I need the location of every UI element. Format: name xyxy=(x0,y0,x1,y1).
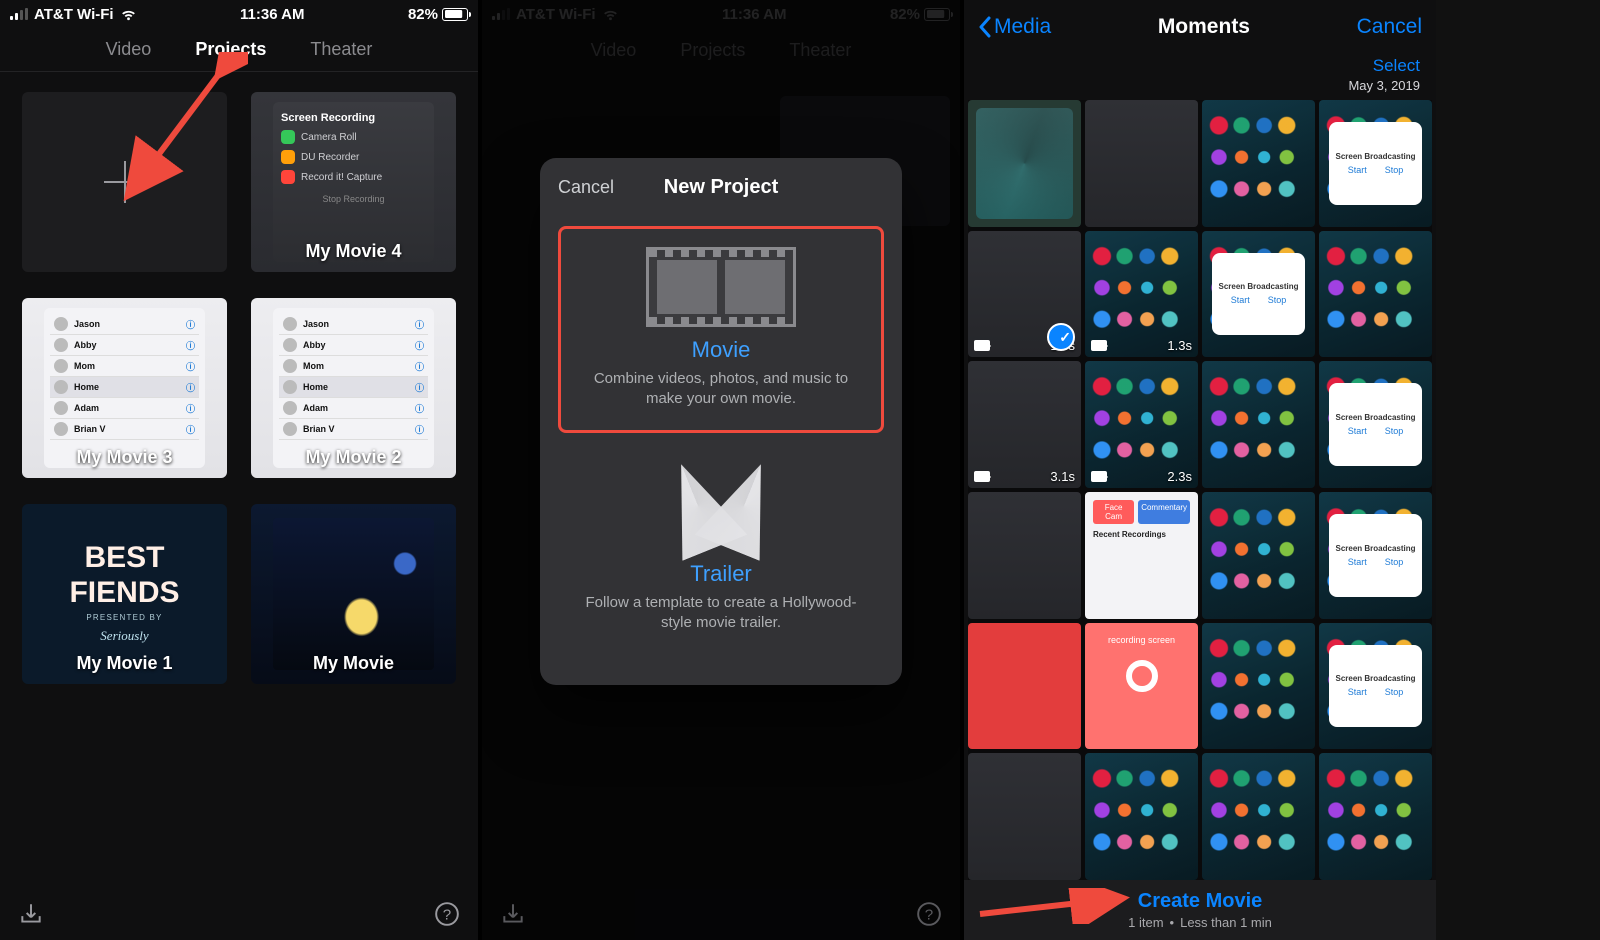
option-movie-subtitle: Combine videos, photos, and music to mak… xyxy=(575,369,867,410)
media-thumb[interactable]: recording screen xyxy=(1085,623,1198,750)
media-thumb[interactable] xyxy=(968,100,1081,227)
project-title: My Movie 3 xyxy=(22,447,227,468)
media-thumb[interactable] xyxy=(1202,492,1315,619)
clip-duration: 1.3s xyxy=(1167,338,1192,353)
media-thumb[interactable] xyxy=(1085,753,1198,880)
help-icon[interactable]: ? xyxy=(434,901,460,927)
clock-label: 11:36 AM xyxy=(240,6,304,23)
nav-title: Moments xyxy=(1158,15,1250,39)
media-thumb[interactable] xyxy=(1202,100,1315,227)
media-thumb[interactable] xyxy=(1085,100,1198,227)
checkmark-icon: ✓ xyxy=(1059,329,1071,346)
thumb-label: Screen Recording xyxy=(281,112,426,124)
record-ring-icon xyxy=(1126,660,1158,692)
selection-summary: 1 item•Less than 1 min xyxy=(1128,915,1272,930)
screen-new-project: AT&T Wi-Fi 11:36 AM 82% Video Projects T… xyxy=(482,0,960,940)
screen-moments-picker: Media Moments Cancel Select May 3, 2019 … xyxy=(964,0,1436,940)
project-title: My Movie 1 xyxy=(22,653,227,674)
screen-projects: AT&T Wi-Fi 11:36 AM 82% Video Projects T… xyxy=(0,0,478,940)
tab-video[interactable]: Video xyxy=(106,39,152,60)
project-tile[interactable]: Screen Recording Camera Roll DU Recorder… xyxy=(251,92,456,272)
media-thumb[interactable]: 1.3s xyxy=(1085,231,1198,358)
media-thumb[interactable] xyxy=(1319,753,1432,880)
plus-icon xyxy=(102,159,148,205)
media-thumb[interactable] xyxy=(968,623,1081,750)
media-thumb-selected[interactable]: ✓ 1.3s xyxy=(968,231,1081,358)
option-trailer-subtitle: Follow a template to create a Hollywood-… xyxy=(572,593,870,634)
clip-duration: 3.1s xyxy=(1050,469,1075,484)
media-thumb[interactable] xyxy=(1202,623,1315,750)
media-thumb[interactable] xyxy=(1319,231,1432,358)
tab-theater[interactable]: Theater xyxy=(310,39,372,60)
video-icon xyxy=(1091,471,1107,482)
project-tile[interactable]: BEST FIENDS PRESENTED BY Seriously My Mo… xyxy=(22,504,227,684)
media-thumb[interactable]: Screen BroadcastingStartStop xyxy=(1319,623,1432,750)
project-tile[interactable]: Jasonⓘ Abbyⓘ Momⓘ Homeⓘ Adamⓘ Brian Vⓘ M… xyxy=(22,298,227,478)
thumbnail-contacts: Jasonⓘ Abbyⓘ Momⓘ Homeⓘ Adamⓘ Brian Vⓘ xyxy=(44,308,205,468)
media-thumb[interactable] xyxy=(1202,753,1315,880)
battery-pct-label: 82% xyxy=(408,6,438,23)
clip-duration: 2.3s xyxy=(1167,469,1192,484)
media-thumb[interactable]: Screen BroadcastingStartStop xyxy=(1202,231,1315,358)
video-icon xyxy=(1091,340,1107,351)
section-date: May 3, 2019 xyxy=(1348,78,1420,93)
media-grid: Screen BroadcastingStartStop ✓ 1.3s 1.3s… xyxy=(968,100,1432,880)
thumbnail-contacts: Jasonⓘ Abbyⓘ Momⓘ Homeⓘ Adamⓘ Brian Vⓘ xyxy=(273,308,434,468)
back-label: Media xyxy=(994,15,1051,39)
carrier-label: AT&T Wi-Fi xyxy=(34,6,114,23)
option-trailer-title: Trailer xyxy=(572,561,870,587)
media-thumb[interactable]: Screen BroadcastingStartStop xyxy=(1319,100,1432,227)
create-movie-button[interactable]: Create Movie xyxy=(1138,890,1263,913)
media-thumb[interactable]: Screen BroadcastingStartStop xyxy=(1319,492,1432,619)
cell-signal-icon xyxy=(10,8,28,20)
import-icon[interactable] xyxy=(500,901,526,927)
option-trailer[interactable]: Trailer Follow a template to create a Ho… xyxy=(558,443,884,654)
media-thumb[interactable]: Screen BroadcastingStartStop xyxy=(1319,361,1432,488)
thumbnail-screen-recording: Screen Recording Camera Roll DU Recorder… xyxy=(273,102,434,262)
media-thumb[interactable]: Face CamCommentary Recent Recordings xyxy=(1085,492,1198,619)
media-thumb[interactable]: 2.3s xyxy=(1085,361,1198,488)
tab-projects[interactable]: Projects xyxy=(195,39,266,60)
svg-text:?: ? xyxy=(925,906,933,923)
media-thumb[interactable] xyxy=(968,492,1081,619)
media-thumb[interactable] xyxy=(968,753,1081,880)
project-title: My Movie xyxy=(251,653,456,674)
status-bar: AT&T Wi-Fi 11:36 AM 82% xyxy=(0,0,478,28)
cancel-button[interactable]: Cancel xyxy=(1357,15,1422,39)
thumbnail-concert xyxy=(273,518,434,670)
filmstrip-icon xyxy=(646,247,796,327)
chevron-left-icon xyxy=(978,16,992,38)
video-icon xyxy=(974,471,990,482)
battery-icon xyxy=(442,8,468,21)
media-thumb[interactable]: 3.1s xyxy=(968,361,1081,488)
video-icon xyxy=(974,340,990,351)
project-tile[interactable]: My Movie xyxy=(251,504,456,684)
option-movie-title: Movie xyxy=(575,337,867,363)
cancel-button[interactable]: Cancel xyxy=(558,177,614,198)
back-button[interactable]: Media xyxy=(978,15,1051,39)
bottom-action-bar: Create Movie 1 item•Less than 1 min xyxy=(964,880,1436,940)
wifi-icon xyxy=(120,6,137,23)
media-thumb[interactable] xyxy=(1202,361,1315,488)
svg-text:?: ? xyxy=(443,906,451,923)
project-title: My Movie 4 xyxy=(251,241,456,262)
new-project-tile[interactable] xyxy=(22,92,227,272)
project-tile[interactable]: Jasonⓘ Abbyⓘ Momⓘ Homeⓘ Adamⓘ Brian Vⓘ M… xyxy=(251,298,456,478)
import-icon[interactable] xyxy=(18,901,44,927)
help-icon[interactable]: ? xyxy=(916,901,942,927)
new-project-sheet: Cancel New Project Movie Combine videos,… xyxy=(540,158,902,685)
spotlights-icon xyxy=(661,461,781,551)
segmented-tabs: Video Projects Theater xyxy=(0,28,478,72)
project-title: My Movie 2 xyxy=(251,447,456,468)
sheet-title: New Project xyxy=(664,176,778,199)
option-movie[interactable]: Movie Combine videos, photos, and music … xyxy=(558,226,884,433)
section-header: Select May 3, 2019 xyxy=(964,54,1436,94)
select-button[interactable]: Select xyxy=(1373,56,1420,76)
nav-bar: Media Moments Cancel xyxy=(964,0,1436,54)
